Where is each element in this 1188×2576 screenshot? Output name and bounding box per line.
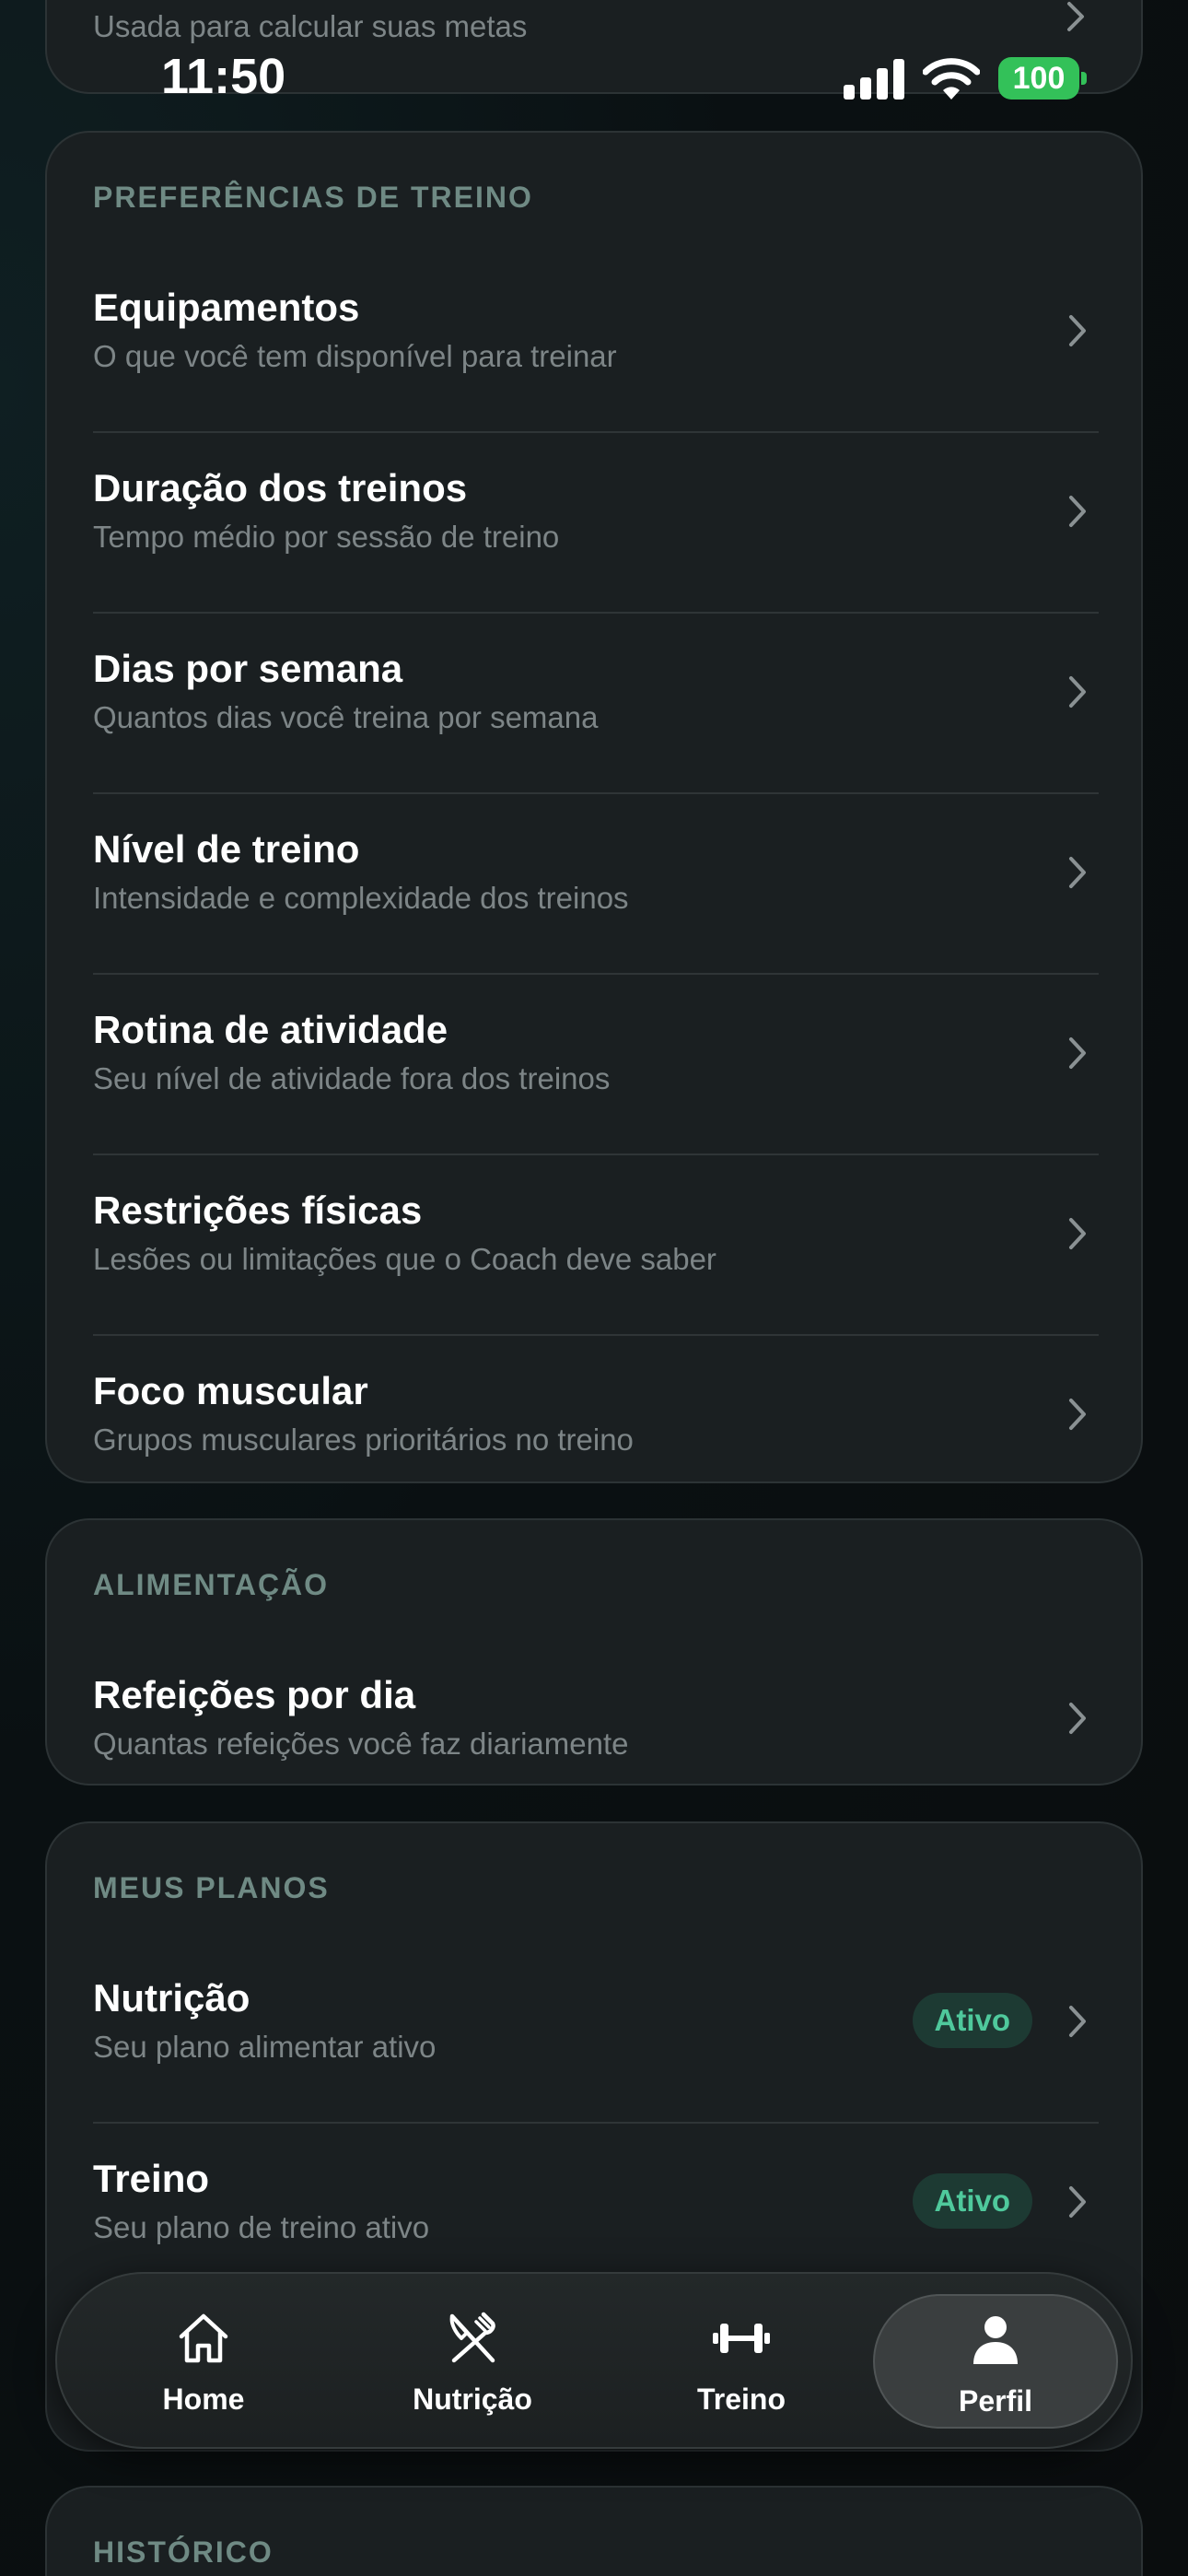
signal-icon	[844, 59, 904, 100]
list-item-subtitle: Lesões ou limitações que o Coach deve sa…	[93, 1242, 716, 1276]
status-time: 11:50	[161, 49, 286, 104]
tab-home[interactable]: Home	[81, 2294, 326, 2429]
list-item-title: Refeições por dia	[93, 1673, 416, 1716]
status-badge: Ativo	[912, 1993, 1032, 2048]
list-item-rotina-atividade[interactable]: Rotina de atividade Seu nível de ativida…	[93, 975, 1099, 1155]
list-item-restricoes-fisicas[interactable]: Restrições físicas Lesões ou limitações …	[93, 1155, 1099, 1336]
list-item-nivel-treino[interactable]: Nível de treino Intensidade e complexida…	[93, 794, 1099, 975]
chevron-right-icon[interactable]	[1062, 0, 1089, 33]
battery-indicator: 100	[998, 57, 1079, 100]
list-item-subtitle: Tempo médio por sessão de treino	[93, 520, 560, 554]
tab-nutricao[interactable]: Nutrição	[350, 2294, 595, 2429]
tab-label: Perfil	[958, 2384, 1033, 2418]
tab-label: Treino	[696, 2383, 786, 2416]
home-icon	[179, 2313, 228, 2363]
list-item-title: Restrições físicas	[93, 1188, 423, 1232]
list-item-title: Treino	[93, 2157, 210, 2200]
tab-bar: Home Nutrição Treino Perfil	[55, 2272, 1133, 2449]
list-item-plan-nutricao[interactable]: Nutrição Seu plano alimentar ativo Ativo	[93, 1943, 1099, 2124]
wifi-icon	[923, 58, 980, 100]
section-title-training: PREFERÊNCIAS DE TREINO	[93, 181, 533, 214]
list-item-subtitle: Quantas refeições você faz diariamente	[93, 1727, 629, 1761]
tab-perfil[interactable]: Perfil	[873, 2294, 1118, 2429]
list-item-title: Nutrição	[93, 1976, 250, 2020]
battery-cap	[1081, 72, 1087, 85]
list-item-subtitle: O que você tem disponível para treinar	[93, 339, 617, 373]
chevron-right-icon	[1069, 2006, 1086, 2037]
section-title-nutrition: ALIMENTAÇÃO	[93, 1568, 330, 1601]
person-icon	[973, 2316, 1018, 2364]
list-item-subtitle: Intensidade e complexidade dos treinos	[93, 881, 629, 915]
list-item-subtitle: Grupos musculares prioritários no treino	[93, 1423, 634, 1457]
chevron-right-icon	[1069, 676, 1086, 708]
chevron-right-icon	[1069, 2186, 1086, 2218]
chevron-right-icon	[1069, 1399, 1086, 1430]
chevron-right-icon	[1069, 857, 1086, 888]
list-item-equipamentos[interactable]: Equipamentos O que você tem disponível p…	[93, 252, 1099, 433]
tab-label: Nutrição	[413, 2383, 532, 2416]
list-item-dias-semana[interactable]: Dias por semana Quantos dias você treina…	[93, 614, 1099, 794]
chevron-right-icon	[1069, 1218, 1086, 1249]
list-item-title: Duração dos treinos	[93, 466, 468, 509]
list-item-title: Dias por semana	[93, 647, 403, 690]
status-badge: Ativo	[912, 2173, 1032, 2229]
chevron-right-icon	[1069, 1037, 1086, 1069]
list-item-title: Nível de treino	[93, 827, 360, 871]
list-item-subtitle: Seu nível de atividade fora dos treinos	[93, 1061, 611, 1095]
nutrition-preferences-card: ALIMENTAÇÃO Refeições por dia Quantas re…	[45, 1518, 1143, 1786]
dumbbell-icon	[713, 2324, 770, 2353]
list-item-subtitle: Seu plano alimentar ativo	[93, 2030, 437, 2064]
list-item-subtitle: Seu plano de treino ativo	[93, 2210, 430, 2244]
section-title-history: HISTÓRICO	[93, 2535, 274, 2569]
list-item-title: Foco muscular	[93, 1369, 368, 1412]
list-item-refeicoes-dia[interactable]: Refeições por dia Quantas refeições você…	[93, 1640, 1099, 1821]
section-title-plans: MEUS PLANOS	[93, 1871, 330, 1904]
history-card: HISTÓRICO	[45, 2486, 1143, 2576]
list-item-duracao[interactable]: Duração dos treinos Tempo médio por sess…	[93, 433, 1099, 614]
tab-treino[interactable]: Treino	[619, 2294, 864, 2429]
training-preferences-card: PREFERÊNCIAS DE TREINO Equipamentos O qu…	[45, 131, 1143, 1483]
chevron-right-icon	[1069, 496, 1086, 527]
chevron-right-icon	[1069, 315, 1086, 346]
body-data-subtitle: Usada para calcular suas metas	[93, 9, 528, 43]
list-item-foco-muscular[interactable]: Foco muscular Grupos musculares prioritá…	[93, 1336, 1099, 1516]
list-item-title: Equipamentos	[93, 286, 360, 329]
list-item-subtitle: Quantos dias você treina por semana	[93, 700, 599, 734]
fork-knife-icon	[449, 2312, 495, 2363]
chevron-right-icon	[1069, 1703, 1086, 1734]
list-item-title: Rotina de atividade	[93, 1008, 448, 1051]
tab-label: Home	[162, 2383, 245, 2416]
